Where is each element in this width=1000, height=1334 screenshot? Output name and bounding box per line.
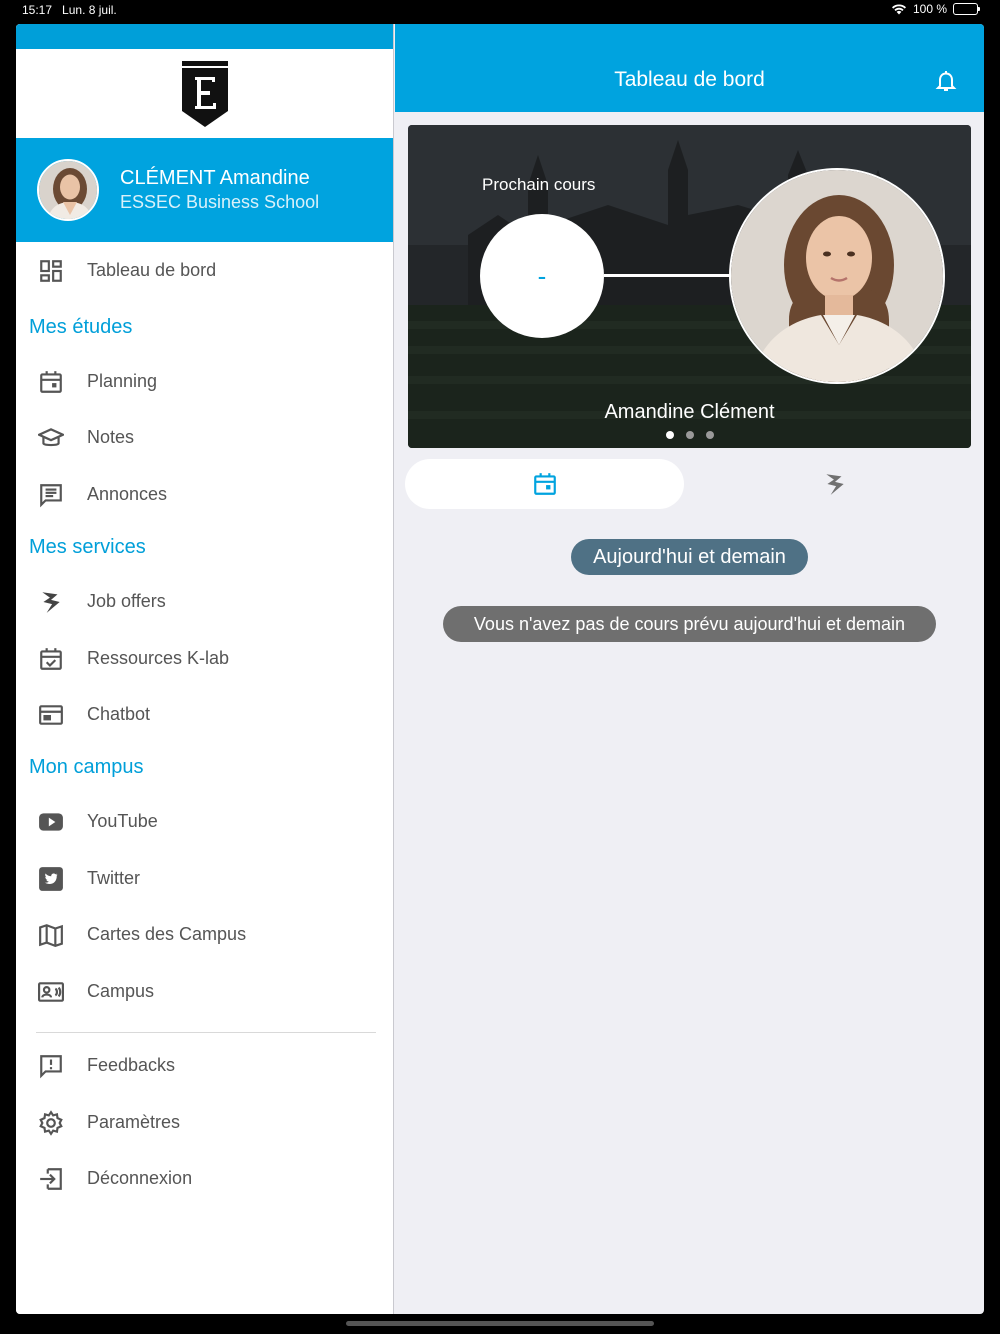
- bell-icon[interactable]: [934, 69, 958, 93]
- sidebar-item-youtube[interactable]: YouTube: [16, 797, 393, 845]
- carousel-dots[interactable]: [408, 431, 971, 439]
- status-indicators: 100 %: [891, 2, 980, 16]
- profile-school: ESSEC Business School: [120, 192, 320, 212]
- essec-logo: [181, 60, 228, 127]
- youtube-icon: [39, 813, 63, 831]
- status-time: 15:17 Lun. 8 juil.: [22, 3, 117, 17]
- top-header: Tableau de bord: [395, 24, 984, 112]
- carousel-dot[interactable]: [705, 431, 714, 439]
- next-course-label: Prochain cours: [482, 175, 596, 194]
- gear-icon: [39, 1110, 63, 1136]
- carousel-dot[interactable]: [685, 431, 694, 439]
- next-course-card[interactable]: Prochain cours - Amandine Clément: [408, 125, 971, 448]
- sidebar-item-label: Chatbot: [87, 703, 151, 724]
- carousel-dot[interactable]: [665, 431, 674, 439]
- sidebar-item-annonces[interactable]: Annonces: [16, 470, 393, 518]
- calendar-check-icon: [40, 648, 62, 670]
- section-title-mes-etudes: Mes études: [29, 316, 133, 338]
- sidebar-item-label: Campus: [87, 980, 155, 1001]
- feedback-icon: [40, 1055, 62, 1079]
- battery-icon: [953, 3, 980, 15]
- sidebar-item-cartes-campus[interactable]: Cartes des Campus: [16, 910, 393, 958]
- graduation-cap-icon: [38, 428, 64, 447]
- job-offers-icon: [42, 592, 60, 613]
- tab-planning[interactable]: [405, 459, 684, 509]
- sidebar-item-label: Twitter: [87, 867, 141, 888]
- announcements-icon: [40, 484, 62, 508]
- hero-student-name: Amandine Clément: [604, 401, 775, 423]
- home-indicator[interactable]: [346, 1321, 654, 1326]
- map-icon: [39, 924, 63, 947]
- battery-percent: 100 %: [912, 2, 947, 16]
- sidebar-item-dashboard[interactable]: Tableau de bord: [16, 246, 393, 294]
- wifi-icon: [891, 4, 906, 15]
- profile-name: CLÉMENT Amandine: [120, 167, 310, 189]
- section-title-mes-services: Mes services: [29, 536, 146, 558]
- sidebar-item-label: YouTube: [87, 810, 158, 831]
- logout-icon: [40, 1168, 62, 1190]
- timeline-connector: [604, 274, 730, 277]
- chatbot-icon: [39, 705, 63, 725]
- sidebar-item-chatbot[interactable]: Chatbot: [16, 690, 393, 738]
- sidebar-item-notes[interactable]: Notes: [16, 413, 393, 461]
- sidebar-item-campus[interactable]: Campus: [16, 967, 393, 1015]
- avatar: [37, 159, 99, 221]
- sidebar-item-label: Annonces: [87, 483, 168, 504]
- calendar-icon: [40, 371, 62, 393]
- twitter-icon: [39, 867, 63, 891]
- sidebar-item-label: Tableau de bord: [87, 259, 217, 280]
- dashboard-icon: [40, 260, 62, 282]
- sidebar-item-label: Job offers: [87, 590, 166, 611]
- section-title-mon-campus: Mon campus: [29, 756, 144, 778]
- app-screen: CLÉMENT Amandine ESSEC Business School T…: [16, 24, 984, 1314]
- sidebar-item-label: Paramètres: [87, 1111, 181, 1132]
- sidebar-item-twitter[interactable]: Twitter: [16, 854, 393, 902]
- sidebar-item-label: Planning: [87, 370, 158, 391]
- empty-state-message: Vous n'avez pas de cours prévu aujourd'h…: [443, 606, 936, 642]
- tab-job-offers[interactable]: [695, 459, 974, 509]
- contact-card-icon: [38, 982, 64, 1002]
- job-offers-icon: [825, 474, 844, 495]
- sidebar-item-ressources-klab[interactable]: Ressources K-lab: [16, 634, 393, 682]
- sidebar-item-planning[interactable]: Planning: [16, 357, 393, 405]
- next-course-value: -: [480, 214, 604, 338]
- sidebar-item-feedbacks[interactable]: Feedbacks: [16, 1041, 393, 1089]
- logo-area: [16, 49, 393, 138]
- page-title: Tableau de bord: [614, 68, 765, 91]
- main-content: Tableau de bord Prochain cours - Amandin…: [395, 24, 984, 1314]
- status-bar: 15:17 Lun. 8 juil. 100 %: [0, 0, 1000, 22]
- sidebar-top-strip: [16, 24, 393, 49]
- sidebar: CLÉMENT Amandine ESSEC Business School T…: [16, 24, 394, 1314]
- sidebar-item-label: Feedbacks: [87, 1054, 176, 1075]
- menu-divider: [36, 1032, 376, 1033]
- sidebar-item-label: Cartes des Campus: [87, 923, 247, 944]
- sidebar-item-label: Ressources K-lab: [87, 647, 230, 668]
- hero-avatar: [729, 168, 945, 384]
- sidebar-item-job-offers[interactable]: Job offers: [16, 577, 393, 625]
- sidebar-item-parametres[interactable]: Paramètres: [16, 1098, 393, 1146]
- date-range-pill: Aujourd'hui et demain: [571, 539, 808, 575]
- sidebar-item-deconnexion[interactable]: Déconnexion: [16, 1154, 393, 1202]
- profile-header[interactable]: CLÉMENT Amandine ESSEC Business School: [16, 138, 393, 242]
- calendar-icon: [533, 473, 556, 495]
- sidebar-item-label: Déconnexion: [87, 1167, 193, 1188]
- sidebar-item-label: Notes: [87, 426, 135, 447]
